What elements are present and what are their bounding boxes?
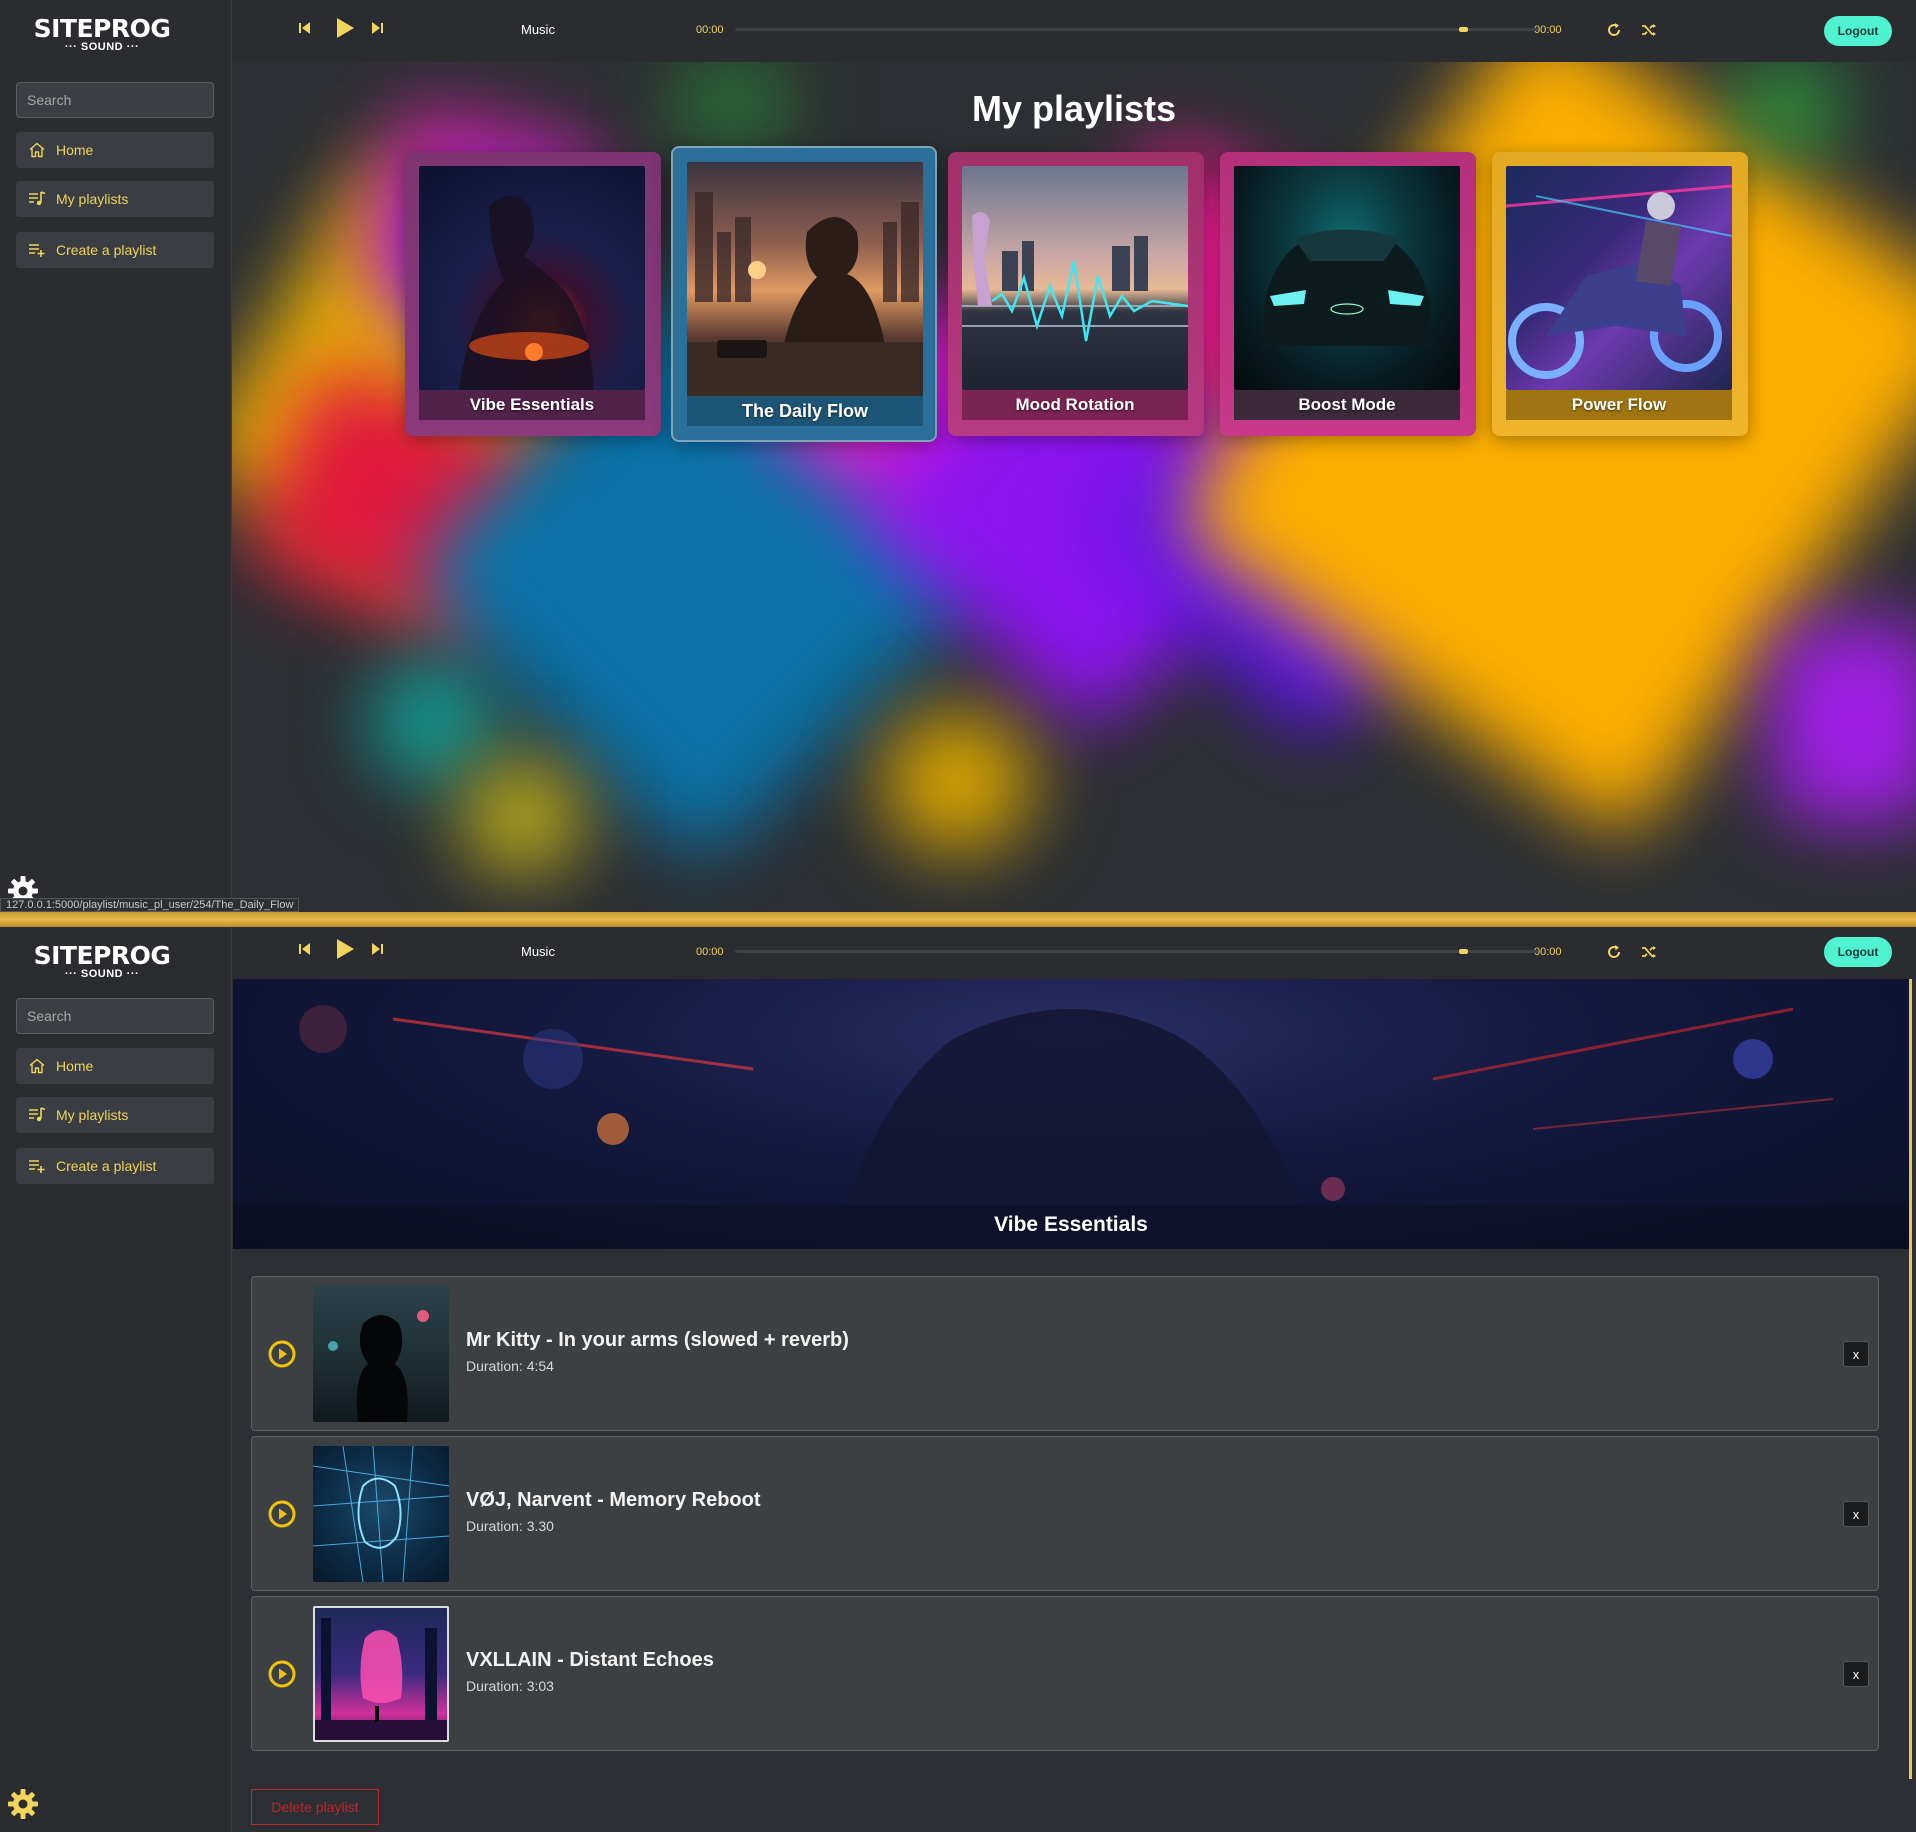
progress-slider[interactable]	[735, 950, 1530, 953]
repeat-icon[interactable]	[1606, 22, 1622, 43]
playlist-card[interactable]: Boost Mode	[1220, 152, 1476, 436]
playlist-cover-image	[419, 166, 645, 390]
play-track-icon[interactable]	[268, 1340, 296, 1368]
sidebar: SITEPROG ··· SOUND ··· Home My playlists…	[0, 927, 232, 1832]
sidebar-item-label: Home	[56, 1058, 94, 1074]
settings-gear-icon[interactable]	[6, 1787, 40, 1821]
player-bar: Music 00:00 00:00 Logout	[232, 927, 1916, 979]
playlist-add-icon	[28, 1157, 46, 1175]
playlist-add-icon	[28, 241, 46, 259]
sidebar-item-create-playlist[interactable]: Create a playlist	[16, 232, 214, 268]
home-icon	[28, 1057, 46, 1075]
track-title: VXLLAIN - Distant Echoes	[466, 1649, 714, 1671]
current-time: 00:00	[696, 24, 724, 36]
previous-track-icon[interactable]	[298, 939, 312, 964]
track-cover-image	[313, 1606, 449, 1742]
playlists-screen: SITEPROG ··· SOUND ··· Home My playlists…	[0, 0, 1916, 912]
scrollbar[interactable]	[1909, 979, 1912, 1779]
track-duration: Duration: 3.30	[466, 1518, 554, 1534]
player-title: Music	[521, 22, 555, 37]
track-title: VØJ, Narvent - Memory Reboot	[466, 1489, 761, 1511]
playlist-card[interactable]: Vibe Essentials	[405, 152, 661, 436]
track-row: VØJ, Narvent - Memory Reboot Duration: 3…	[251, 1436, 1879, 1591]
next-track-icon[interactable]	[370, 18, 384, 43]
playlist-cover-image	[962, 166, 1188, 390]
sidebar-item-create-playlist[interactable]: Create a playlist	[16, 1148, 214, 1184]
remove-track-button[interactable]: x	[1843, 1501, 1869, 1527]
logo[interactable]: SITEPROG ··· SOUND ···	[22, 941, 182, 980]
shuffle-icon[interactable]	[1641, 22, 1657, 43]
total-time: 00:00	[1534, 24, 1562, 36]
player-title: Music	[521, 944, 555, 959]
sidebar-item-home[interactable]: Home	[16, 1048, 214, 1084]
sidebar-item-my-playlists[interactable]: My playlists	[16, 1097, 214, 1133]
search-input[interactable]	[16, 998, 214, 1034]
search-input[interactable]	[16, 82, 214, 118]
playlist-music-icon	[28, 190, 46, 208]
playlist-name: Boost Mode	[1234, 390, 1460, 420]
browser-status-url: 127.0.0.1:5000/playlist/music_pl_user/25…	[0, 898, 300, 912]
track-duration: Duration: 3:03	[466, 1678, 554, 1694]
logo-title: SITEPROG	[33, 941, 171, 970]
sidebar-item-label: My playlists	[56, 191, 129, 207]
screenshot-divider	[0, 912, 1916, 927]
page-title: My playlists	[971, 88, 1177, 129]
playlist-title: Vibe Essentials	[233, 1205, 1909, 1249]
total-time: 00:00	[1534, 946, 1562, 958]
play-icon[interactable]	[334, 937, 356, 966]
sidebar-item-home[interactable]: Home	[16, 132, 214, 168]
sidebar-item-label: Create a playlist	[56, 242, 157, 258]
remove-track-button[interactable]: x	[1843, 1661, 1869, 1687]
sidebar-item-my-playlists[interactable]: My playlists	[16, 181, 214, 217]
playlist-banner: Vibe Essentials	[233, 979, 1909, 1249]
playlist-name: Vibe Essentials	[419, 390, 645, 420]
remove-track-button[interactable]: x	[1843, 1341, 1869, 1367]
next-track-icon[interactable]	[370, 939, 384, 964]
sidebar-item-label: Home	[56, 142, 94, 158]
delete-playlist-button[interactable]: Delete playlist	[251, 1789, 379, 1825]
progress-slider[interactable]	[735, 28, 1530, 31]
current-time: 00:00	[696, 946, 724, 958]
volume-level	[1459, 949, 1468, 954]
play-icon[interactable]	[334, 16, 356, 45]
play-track-icon[interactable]	[268, 1500, 296, 1528]
track-cover-image	[313, 1286, 449, 1422]
playlist-name: Mood Rotation	[962, 390, 1188, 420]
playlist-card[interactable]: Mood Rotation	[948, 152, 1204, 436]
track-row: VXLLAIN - Distant Echoes Duration: 3:03 …	[251, 1596, 1879, 1751]
track-duration: Duration: 4:54	[466, 1358, 554, 1374]
track-cover-image	[313, 1446, 449, 1582]
sidebar: SITEPROG ··· SOUND ··· Home My playlists…	[0, 0, 232, 912]
track-row: Mr Kitty - In your arms (slowed + reverb…	[251, 1276, 1879, 1431]
volume-level	[1459, 27, 1468, 32]
playlist-cover-image	[1506, 166, 1732, 390]
repeat-icon[interactable]	[1606, 944, 1622, 965]
play-track-icon[interactable]	[268, 1660, 296, 1688]
playlist-card-selected[interactable]: The Daily Flow	[671, 146, 937, 442]
playlist-name: The Daily Flow	[687, 396, 923, 426]
home-icon	[28, 141, 46, 159]
logout-button[interactable]: Logout	[1824, 16, 1892, 46]
logo[interactable]: SITEPROG ··· SOUND ···	[22, 14, 182, 53]
sidebar-item-label: Create a playlist	[56, 1158, 157, 1174]
playlist-name: Power Flow	[1506, 390, 1732, 420]
track-title: Mr Kitty - In your arms (slowed + reverb…	[466, 1329, 849, 1351]
playlist-detail-screen: SITEPROG ··· SOUND ··· Home My playlists…	[0, 927, 1916, 1832]
playlist-cover-image	[687, 162, 923, 396]
shuffle-icon[interactable]	[1641, 944, 1657, 965]
sidebar-item-label: My playlists	[56, 1107, 129, 1123]
playlist-card[interactable]: Power Flow	[1492, 152, 1748, 436]
previous-track-icon[interactable]	[298, 18, 312, 43]
player-bar: Music 00:00 00:00 Logout	[232, 0, 1916, 62]
logout-button[interactable]: Logout	[1824, 937, 1892, 967]
playlist-cover-image	[1234, 166, 1460, 390]
logo-title: SITEPROG	[33, 14, 171, 43]
playlist-music-icon	[28, 1106, 46, 1124]
